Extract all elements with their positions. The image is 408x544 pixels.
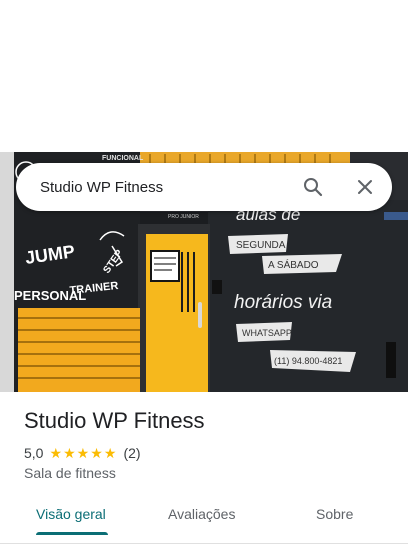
mural-line-phone: (11) 94.800-4821 — [274, 356, 342, 366]
star-rating: ★ ★ ★ ★ ★ — [49, 446, 117, 460]
mural-word-funcional: FUNCIONAL — [102, 155, 144, 162]
mural-line-horarios: horários via — [234, 292, 332, 313]
review-count[interactable]: (2) — [123, 445, 140, 461]
rating-row[interactable]: 5,0 ★ ★ ★ ★ ★ (2) — [24, 445, 141, 461]
mural-line-whatsapp: WHATSAPP — [242, 328, 292, 338]
search-button[interactable] — [300, 174, 326, 200]
door-label: PRO JUNIOR — [168, 214, 199, 220]
place-name: Studio WP Fitness — [24, 408, 205, 433]
rating-value: 5,0 — [24, 445, 44, 461]
place-tabs: Visão geral Avaliações Sobre — [0, 496, 408, 544]
mural-line-sabado: A SÁBADO — [268, 258, 319, 271]
tab-about[interactable]: Sobre — [316, 496, 353, 532]
tab-reviews[interactable]: Avaliações — [168, 496, 235, 532]
star-icon: ★ — [103, 445, 117, 461]
star-icon: ★ — [76, 445, 90, 461]
star-icon: ★ — [63, 445, 76, 461]
search-icon — [304, 178, 323, 197]
search-box[interactable]: Studio WP Fitness — [16, 163, 392, 211]
mural-line-segunda: SEGUNDA — [236, 240, 286, 251]
search-input[interactable]: Studio WP Fitness — [16, 179, 300, 196]
star-icon: ★ — [49, 445, 63, 461]
active-tab-indicator — [36, 532, 108, 535]
clear-search-button[interactable] — [352, 174, 378, 200]
star-icon: ★ — [90, 445, 103, 461]
tab-overview[interactable]: Visão geral — [36, 496, 106, 532]
close-icon — [358, 180, 372, 194]
place-category: Sala de fitness — [24, 465, 116, 481]
